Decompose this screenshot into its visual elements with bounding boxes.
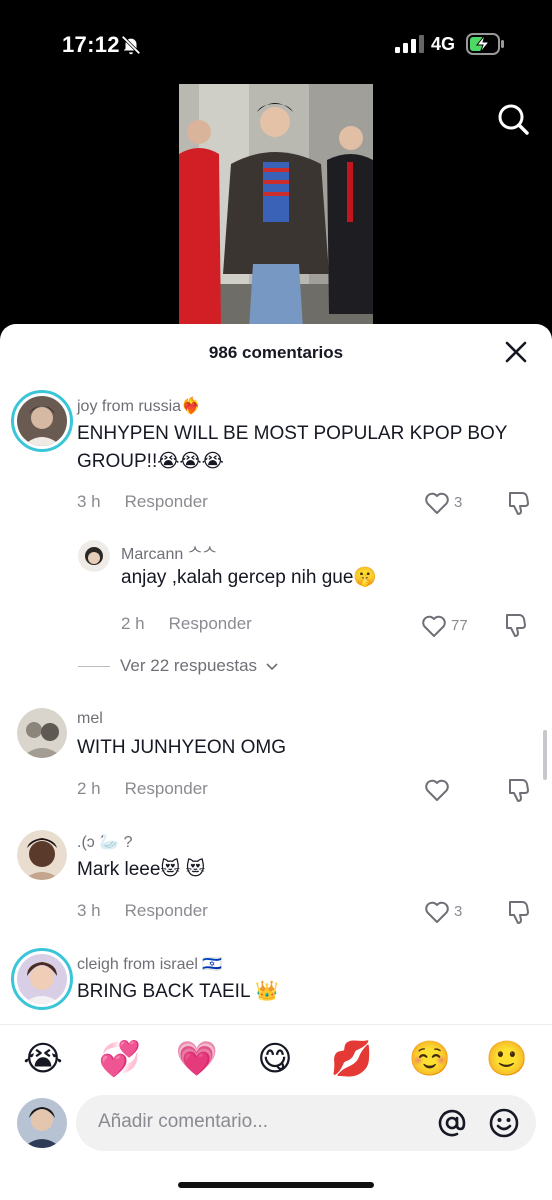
heart-icon[interactable]	[424, 900, 450, 924]
emoji-button[interactable]: 😋	[253, 1039, 297, 1079]
like-count: 77	[451, 617, 468, 634]
view-replies-label[interactable]: Ver 22 respuestas	[120, 656, 257, 675]
emoji-button[interactable]: 💗	[175, 1039, 219, 1079]
search-icon[interactable]	[496, 102, 530, 136]
comment-time: 2 h	[77, 779, 101, 798]
emoji-button[interactable]: 😭	[21, 1039, 65, 1079]
comment-text: WITH JUNHYEON OMG	[77, 737, 286, 758]
comment-username[interactable]: cleigh from israel 🇮🇱	[77, 954, 222, 974]
comment-meta: 3 h Responder	[77, 901, 208, 921]
video-thumbnail[interactable]	[179, 84, 373, 329]
comment-meta: 2 h Responder	[121, 614, 252, 634]
comment-time: 3 h	[77, 492, 101, 511]
emoji-quick-bar: 😭 💞 💗 😋 💋 ☺️ 🙂	[0, 1024, 552, 1092]
avatar[interactable]	[11, 390, 73, 452]
status-time: 17:12	[62, 32, 120, 57]
comment-text: ENHYPEN WILL BE MOST POPULAR KPOP BOY GR…	[77, 423, 508, 472]
view-replies-button[interactable]: Ver 22 respuestas	[78, 656, 278, 676]
comment-text: Mark leee😻 😻	[77, 859, 206, 880]
comment-text: anjay ,kalah gercep nih gue🤫	[121, 567, 378, 588]
divider-line	[78, 666, 110, 668]
home-indicator	[178, 1182, 374, 1188]
reply-button[interactable]: Responder	[169, 614, 252, 633]
comment-time: 2 h	[121, 614, 145, 633]
emoji-button[interactable]: 🙂	[485, 1039, 529, 1079]
comment-meta: 3 h Responder	[77, 492, 208, 512]
avatar[interactable]	[17, 830, 67, 880]
avatar[interactable]	[11, 948, 73, 1010]
emoji-button[interactable]: ☺️	[408, 1039, 452, 1079]
like-count: 3	[454, 903, 463, 920]
comment-text: BRING BACK TAEIL 👑	[77, 981, 279, 1002]
comment-meta: 2 h Responder	[77, 779, 208, 799]
comment-username[interactable]: .(ↄ 🦢 ?	[77, 832, 132, 852]
heart-icon[interactable]	[424, 778, 450, 802]
avatar	[17, 1098, 67, 1148]
comment-username[interactable]: mel	[77, 710, 103, 728]
emoji-button[interactable]: 💞	[98, 1039, 142, 1079]
status-bar: 17:12 4G	[0, 0, 552, 84]
thumbs-down-icon[interactable]	[506, 777, 532, 803]
bell-off-icon	[121, 35, 141, 55]
comment-input-row: Añadir comentario...	[0, 1092, 552, 1156]
emoji-button[interactable]: 💋	[330, 1039, 374, 1079]
comments-title: 986 comentarios	[208, 343, 344, 362]
comments-sheet: 986 comentarios joy from russia❤️‍🔥 ENHY…	[0, 324, 552, 1200]
mention-icon[interactable]	[436, 1107, 468, 1139]
comment-input-placeholder[interactable]: Añadir comentario...	[98, 1111, 268, 1133]
battery-charging-icon	[466, 33, 504, 55]
heart-icon[interactable]	[424, 491, 450, 515]
signal-icon	[395, 35, 424, 53]
like-count: 3	[454, 494, 463, 511]
reply-button[interactable]: Responder	[125, 901, 208, 920]
reply-button[interactable]: Responder	[125, 492, 208, 511]
thumbs-down-icon[interactable]	[503, 612, 529, 638]
reply-button[interactable]: Responder	[125, 779, 208, 798]
network-type: 4G	[431, 34, 456, 54]
heart-icon[interactable]	[421, 614, 447, 638]
close-icon[interactable]	[503, 339, 529, 365]
comment-username[interactable]: joy from russia❤️‍🔥	[77, 396, 201, 416]
emoji-picker-icon[interactable]	[488, 1107, 520, 1139]
comments-header: 986 comentarios	[0, 324, 552, 380]
avatar[interactable]	[17, 708, 67, 758]
comments-list[interactable]: joy from russia❤️‍🔥 ENHYPEN WILL BE MOST…	[0, 380, 552, 1024]
thumbs-down-icon[interactable]	[506, 899, 532, 925]
scrollbar[interactable]	[543, 730, 547, 780]
avatar[interactable]	[78, 540, 110, 572]
comment-time: 3 h	[77, 901, 101, 920]
comment-input[interactable]: Añadir comentario...	[76, 1095, 536, 1151]
chevron-down-icon	[266, 662, 278, 670]
video-player[interactable]	[0, 84, 552, 344]
thumbs-down-icon[interactable]	[506, 490, 532, 516]
comment-username[interactable]: Marcann ᄉᄉ	[121, 540, 217, 564]
